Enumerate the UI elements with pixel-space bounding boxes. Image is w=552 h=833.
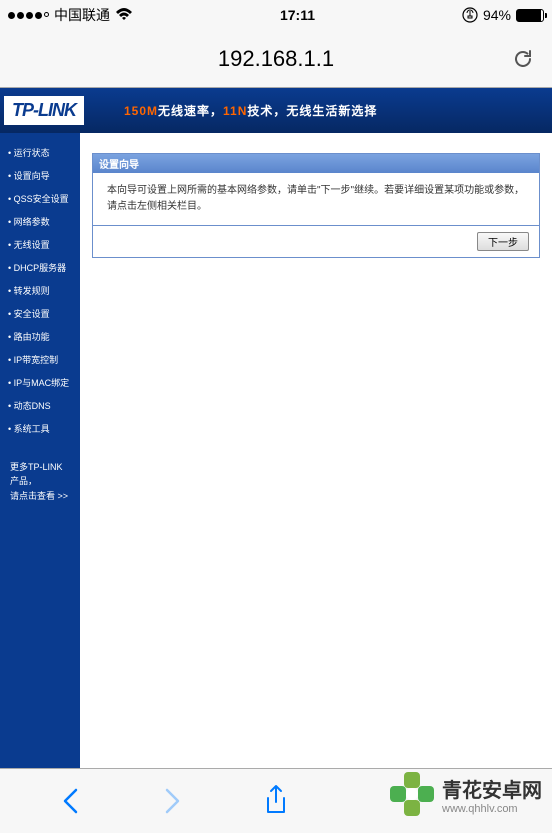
battery-percent: 94%: [483, 7, 511, 23]
wizard-panel: 设置向导 本向导可设置上网所需的基本网络参数，请单击"下一步"继续。若要详细设置…: [92, 153, 540, 258]
rotation-lock-icon: [462, 7, 478, 23]
sidebar-item-wireless[interactable]: 无线设置: [6, 233, 74, 256]
sidebar-item-dhcp[interactable]: DHCP服务器: [6, 256, 74, 279]
sidebar-menu: 运行状态 设置向导 QSS安全设置 网络参数 无线设置 DHCP服务器 转发规则…: [0, 133, 80, 768]
status-left: 中国联通: [8, 5, 133, 25]
sidebar-item-security[interactable]: 安全设置: [6, 302, 74, 325]
tplink-logo: TP-LINK: [4, 96, 84, 125]
router-header: TP-LINK 150M无线速率，11N技术，无线生活新选择: [0, 88, 552, 133]
sidebar-item-ddns[interactable]: 动态DNS: [6, 394, 74, 417]
main-content: 设置向导 本向导可设置上网所需的基本网络参数，请单击"下一步"继续。若要详细设置…: [80, 133, 552, 768]
watermark-title: 青花安卓网: [442, 774, 542, 803]
sidebar-item-status[interactable]: 运行状态: [6, 141, 74, 164]
next-button[interactable]: 下一步: [477, 232, 529, 251]
watermark-logo-icon: [388, 770, 436, 818]
watermark-url: www.qhhlv.com: [442, 803, 542, 815]
sidebar-item-qss[interactable]: QSS安全设置: [6, 187, 74, 210]
panel-body: 本向导可设置上网所需的基本网络参数，请单击"下一步"继续。若要详细设置某项功能或…: [93, 173, 539, 226]
watermark: 青花安卓网 www.qhhlv.com: [388, 770, 542, 818]
status-time: 17:11: [280, 7, 315, 23]
sidebar-item-network[interactable]: 网络参数: [6, 210, 74, 233]
sidebar-footer: 更多TP-LINK产品， 请点击查看 >>: [6, 460, 74, 503]
carrier-label: 中国联通: [54, 5, 110, 25]
more-products-link[interactable]: 请点击查看 >>: [10, 489, 70, 503]
ios-status-bar: 中国联通 17:11 94%: [0, 0, 552, 30]
panel-title: 设置向导: [93, 154, 539, 173]
battery-icon: [516, 9, 544, 22]
header-slogan: 150M无线速率，11N技术，无线生活新选择: [124, 102, 377, 119]
sidebar-item-bandwidth[interactable]: IP带宽控制: [6, 348, 74, 371]
back-icon[interactable]: [60, 786, 82, 816]
sidebar-item-wizard[interactable]: 设置向导: [6, 164, 74, 187]
sidebar-item-system[interactable]: 系统工具: [6, 417, 74, 440]
router-page: TP-LINK 150M无线速率，11N技术，无线生活新选择 运行状态 设置向导…: [0, 88, 552, 768]
signal-strength-icon: [8, 12, 49, 19]
url-text: 192.168.1.1: [218, 46, 334, 72]
status-right: 94%: [462, 7, 544, 23]
safari-url-bar[interactable]: 192.168.1.1: [0, 30, 552, 88]
reload-icon[interactable]: [510, 46, 536, 72]
router-body: 运行状态 设置向导 QSS安全设置 网络参数 无线设置 DHCP服务器 转发规则…: [0, 133, 552, 768]
wifi-icon: [115, 8, 133, 22]
forward-icon[interactable]: [161, 786, 183, 816]
sidebar-item-forward[interactable]: 转发规则: [6, 279, 74, 302]
panel-footer: 下一步: [93, 226, 539, 257]
sidebar-item-ipmac[interactable]: IP与MAC绑定: [6, 371, 74, 394]
sidebar-item-routing[interactable]: 路由功能: [6, 325, 74, 348]
share-icon[interactable]: [262, 784, 290, 818]
